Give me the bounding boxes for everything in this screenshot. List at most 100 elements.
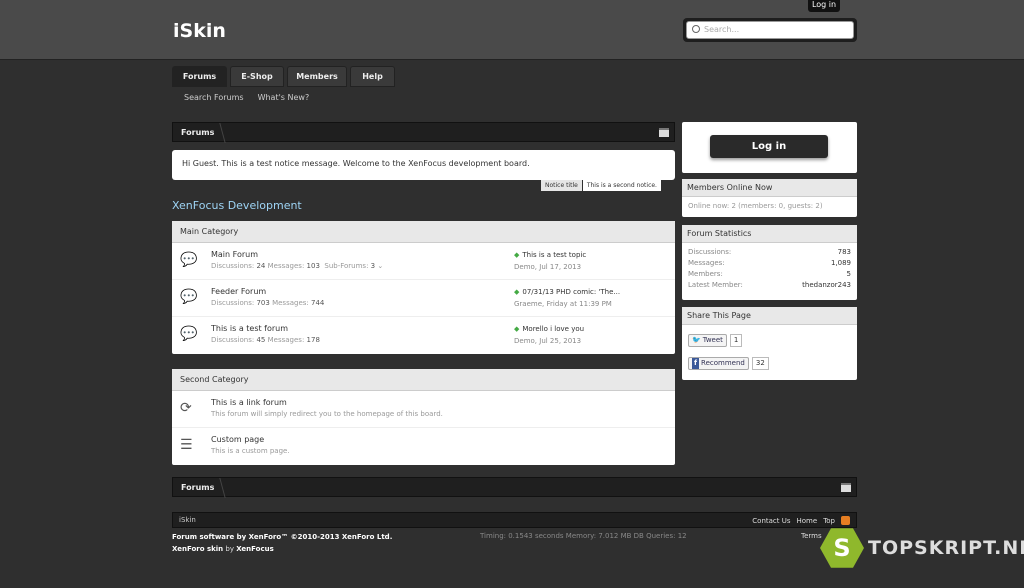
- tweet-count: 1: [729, 334, 743, 347]
- category-header[interactable]: Second Category: [172, 369, 675, 391]
- forum-row: ⟳ This is a link forum This forum will s…: [172, 391, 675, 428]
- rss-icon[interactable]: [841, 516, 850, 525]
- forum-title[interactable]: This is a link forum: [211, 398, 287, 407]
- legal-text: Forum software by XenForo™ ©2010-2013 Xe…: [172, 533, 393, 553]
- watermark-logo-icon: S: [820, 528, 864, 568]
- footer-bar: iSkin Contact Us Home Top: [172, 512, 857, 528]
- forum-row: 💬 This is a test forum Discussions: 45 M…: [172, 317, 675, 354]
- forum-row: 💬 Main Forum Discussions: 24 Messages: 1…: [172, 243, 675, 280]
- forum-title[interactable]: This is a test forum: [211, 324, 288, 333]
- breadcrumb-top: Forums: [172, 122, 675, 143]
- forum-desc: This is a custom page.: [211, 447, 290, 455]
- forum-stats-title: Forum Statistics: [682, 225, 857, 243]
- new-post-icon: ◆: [514, 325, 520, 333]
- breadcrumb-arrow: [212, 478, 226, 498]
- chat-bubbles-icon: 💬: [180, 289, 198, 305]
- notice-tabs: Notice title This is a second notice.: [541, 180, 661, 191]
- forum-stats: Discussions: 703 Messages: 744: [211, 299, 325, 307]
- jump-menu-icon[interactable]: [659, 128, 669, 137]
- search-icon: [692, 25, 700, 33]
- forum-title[interactable]: Custom page: [211, 435, 264, 444]
- jump-menu-icon[interactable]: [841, 483, 851, 492]
- forum-desc: This forum will simply redirect you to t…: [211, 410, 443, 418]
- stat-row: Members: 5: [688, 270, 851, 278]
- list-icon: ☰: [180, 437, 193, 453]
- chat-bubbles-icon: 💬: [180, 326, 198, 342]
- last-post-title[interactable]: This is a test topic: [522, 251, 586, 259]
- watermark-text: TOPSKRIPT.NET: [868, 537, 1024, 559]
- notice-text: Hi Guest. This is a test notice message.…: [182, 159, 530, 168]
- notice-tab-1[interactable]: Notice title: [541, 180, 582, 191]
- recommend-row: f Recommend 32: [688, 356, 851, 371]
- sidebar-login-box: Log in: [682, 122, 857, 173]
- main-nav: Forums E-Shop Members Help: [172, 66, 395, 87]
- share-title: Share This Page: [682, 307, 857, 325]
- footer-home-link[interactable]: Home: [797, 517, 818, 525]
- last-post: ◆ This is a test topic: [514, 251, 586, 259]
- twitter-icon: 🐦: [692, 336, 701, 344]
- breadcrumb-forums[interactable]: Forums: [181, 483, 214, 492]
- last-post: ◆ 07/31/13 PHD comic: 'The...: [514, 288, 620, 296]
- breadcrumb-arrow: [212, 123, 226, 143]
- stat-row: Messages: 1,089: [688, 259, 851, 267]
- recommend-button[interactable]: f Recommend: [688, 357, 749, 370]
- members-online-title: Members Online Now: [682, 179, 857, 197]
- sub-nav: Search Forums What's New?: [184, 93, 309, 102]
- search-input[interactable]: Search...: [686, 21, 854, 39]
- last-post-title[interactable]: 07/31/13 PHD comic: 'The...: [522, 288, 620, 296]
- section-title[interactable]: XenFocus Development: [172, 199, 302, 212]
- subnav-whats-new[interactable]: What's New?: [258, 93, 310, 102]
- forum-row: 💬 Feeder Forum Discussions: 703 Messages…: [172, 280, 675, 317]
- recommend-count: 32: [751, 357, 769, 370]
- members-online-box: Members Online Now Online now: 2 (member…: [682, 179, 857, 217]
- last-post: ◆ Morello i love you: [514, 325, 584, 333]
- members-online-text: Online now: 2 (members: 0, guests: 2): [688, 202, 823, 210]
- forum-stats: Discussions: 24 Messages: 103 Sub-Forums…: [211, 262, 384, 270]
- footer-links: Contact Us Home Top: [752, 516, 850, 525]
- chevron-down-icon[interactable]: ⌄: [377, 262, 383, 270]
- category-second: Second Category ⟳ This is a link forum T…: [172, 369, 675, 465]
- forum-row: ☰ Custom page This is a custom page.: [172, 428, 675, 465]
- tab-eshop[interactable]: E-Shop: [230, 66, 284, 87]
- tab-help[interactable]: Help: [350, 66, 395, 87]
- stat-row: Discussions: 783: [688, 248, 851, 256]
- skin-credit[interactable]: XenForo skin: [172, 545, 223, 553]
- stat-row: Latest Member: thedanzor243: [688, 281, 851, 292]
- forum-stats-box: Forum Statistics Discussions: 783 Message…: [682, 225, 857, 300]
- tab-members[interactable]: Members: [287, 66, 347, 87]
- share-body: 🐦 Tweet 1 f Recommend 32: [682, 325, 857, 384]
- footer-style-chooser[interactable]: iSkin: [179, 516, 196, 524]
- footer-top-link[interactable]: Top: [823, 517, 835, 525]
- top-login-link[interactable]: Log in: [808, 0, 840, 12]
- login-button[interactable]: Log in: [710, 135, 828, 158]
- footer-contact-link[interactable]: Contact Us: [752, 517, 790, 525]
- xenfocus-link[interactable]: XenFocus: [236, 545, 274, 553]
- last-post-meta[interactable]: Graeme, Friday at 11:39 PM: [514, 300, 612, 308]
- category-header[interactable]: Main Category: [172, 221, 675, 243]
- share-box: Share This Page 🐦 Tweet 1 f Recommend 32: [682, 307, 857, 380]
- facebook-icon: f: [692, 358, 700, 369]
- forum-title[interactable]: Main Forum: [211, 250, 258, 259]
- subnav-search-forums[interactable]: Search Forums: [184, 93, 244, 102]
- forum-stats: Discussions: 45 Messages: 178: [211, 336, 320, 344]
- last-post-meta[interactable]: Demo, Jul 25, 2013: [514, 337, 581, 345]
- tab-forums[interactable]: Forums: [172, 66, 227, 87]
- new-post-icon: ◆: [514, 288, 520, 296]
- new-post-icon: ◆: [514, 251, 520, 259]
- forum-title[interactable]: Feeder Forum: [211, 287, 266, 296]
- tweet-button[interactable]: 🐦 Tweet: [688, 334, 727, 347]
- notice-tab-2[interactable]: This is a second notice.: [582, 180, 661, 191]
- watermark: S TOPSKRIPT.NET: [820, 526, 1024, 570]
- chat-bubbles-icon: 💬: [180, 252, 198, 268]
- copyright-text[interactable]: Forum software by XenForo™ ©2010-2013 Xe…: [172, 533, 392, 541]
- latest-member-link[interactable]: thedanzor243: [802, 281, 851, 292]
- site-logo[interactable]: iSkin: [173, 20, 226, 42]
- refresh-icon: ⟳: [180, 400, 192, 416]
- last-post-meta[interactable]: Demo, Jul 17, 2013: [514, 263, 581, 271]
- last-post-title[interactable]: Morello i love you: [522, 325, 584, 333]
- category-main: Main Category 💬 Main Forum Discussions: …: [172, 221, 675, 354]
- tweet-row: 🐦 Tweet 1: [688, 333, 851, 348]
- header: iSkin Log in Search...: [0, 0, 1024, 60]
- breadcrumb-forums[interactable]: Forums: [181, 128, 214, 137]
- terms-link[interactable]: Terms: [801, 532, 822, 540]
